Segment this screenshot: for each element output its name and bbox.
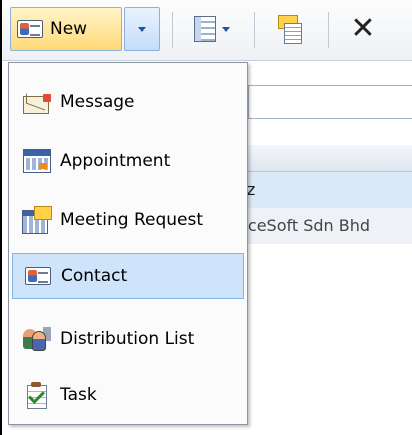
menu-item-label: Appointment: [60, 151, 171, 171]
menu-item-label: Contact: [61, 266, 128, 286]
new-button-label: New: [50, 19, 88, 39]
toolbar: New ✕: [2, 0, 412, 61]
chevron-down-icon: [222, 26, 230, 32]
window-border: [0, 0, 2, 435]
distribution-list-icon: [23, 327, 51, 351]
table-row[interactable]: [248, 172, 412, 208]
new-dropdown-button[interactable]: [124, 7, 160, 51]
menu-item-appointment[interactable]: Appointment: [12, 138, 244, 184]
contact-icon: [25, 267, 51, 285]
contact-card-icon: [17, 20, 43, 38]
toolbar-separator: [254, 12, 255, 48]
toolbar-separator: [328, 12, 329, 48]
message-icon: [23, 92, 51, 114]
view-button[interactable]: [182, 7, 242, 51]
menu-item-message[interactable]: Message: [12, 79, 244, 125]
menu-item-label: Distribution List: [60, 329, 195, 349]
move-to-folder-button[interactable]: [264, 7, 316, 51]
meeting-request-icon: [22, 206, 52, 234]
chevron-down-icon: [138, 26, 146, 32]
menu-item-distribution-list[interactable]: Distribution List: [12, 316, 244, 362]
menu-item-contact[interactable]: Contact: [12, 253, 244, 299]
toolbar-separator: [172, 12, 173, 48]
delete-button[interactable]: ✕: [338, 7, 388, 51]
row-cell-text: viceSoft Sdn Bhd: [234, 216, 371, 235]
appointment-icon: [23, 149, 51, 173]
menu-item-label: Meeting Request: [60, 210, 203, 230]
search-input[interactable]: [248, 85, 412, 119]
view-icon: [194, 16, 216, 42]
new-item-dropdown-menu: Message Appointment Meeting Request Cont…: [8, 62, 248, 425]
move-to-folder-icon: [278, 15, 302, 44]
menu-item-label: Task: [60, 385, 97, 405]
list-column-header[interactable]: [248, 145, 412, 172]
menu-item-task[interactable]: Task: [12, 372, 244, 418]
new-button[interactable]: New: [10, 7, 122, 51]
app-window: New ✕ ziz viceSoft Sdn Bhd Message: [0, 0, 412, 435]
task-icon: [25, 381, 49, 409]
menu-item-label: Message: [60, 92, 135, 112]
delete-icon: ✕: [350, 11, 376, 46]
menu-item-meeting-request[interactable]: Meeting Request: [12, 197, 244, 243]
